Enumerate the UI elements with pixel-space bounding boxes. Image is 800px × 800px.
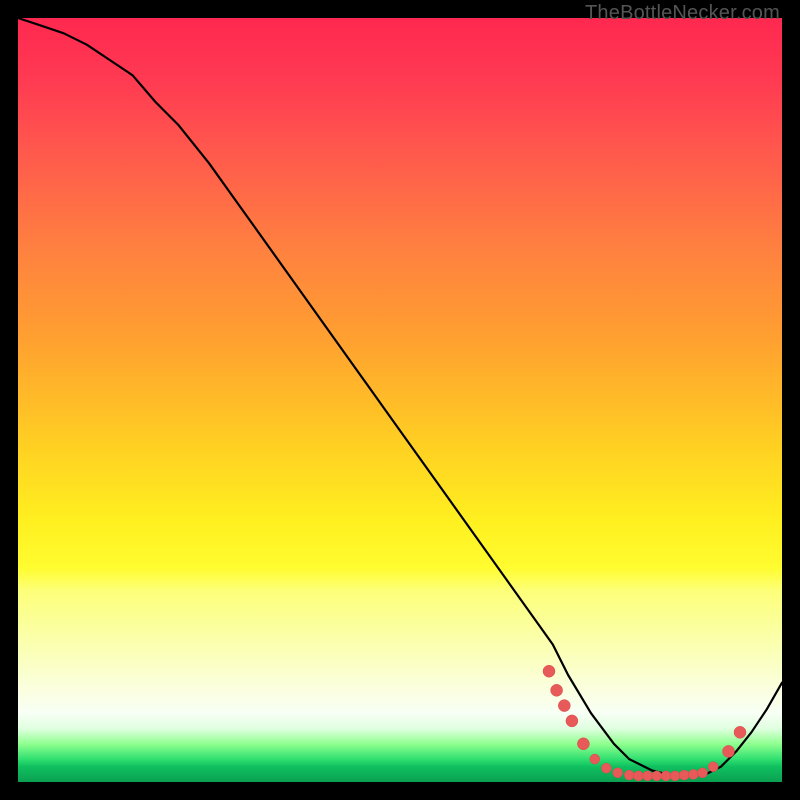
curve-marker	[633, 771, 643, 781]
watermark-text: TheBottleNecker.com	[585, 2, 780, 25]
curve-marker	[723, 745, 735, 757]
curve-marker	[688, 769, 698, 779]
curve-marker	[734, 726, 746, 738]
chart-plot-area	[18, 18, 782, 782]
curve-marker	[652, 771, 662, 781]
curve-marker	[551, 684, 563, 696]
bottleneck-curve	[18, 18, 782, 776]
curve-marker	[558, 700, 570, 712]
curve-marker	[590, 754, 600, 764]
curve-marker	[601, 763, 611, 773]
curve-marker	[613, 768, 623, 778]
curve-marker	[698, 768, 708, 778]
chart-frame: TheBottleNecker.com	[0, 0, 800, 800]
curve-marker	[679, 770, 689, 780]
curve-marker	[643, 771, 653, 781]
curve-marker	[543, 665, 555, 677]
curve-marker	[661, 771, 671, 781]
curve-marker	[708, 762, 718, 772]
curve-marker	[577, 738, 589, 750]
curve-marker	[566, 715, 578, 727]
curve-marker	[624, 770, 634, 780]
chart-svg	[18, 18, 782, 782]
curve-marker	[670, 771, 680, 781]
